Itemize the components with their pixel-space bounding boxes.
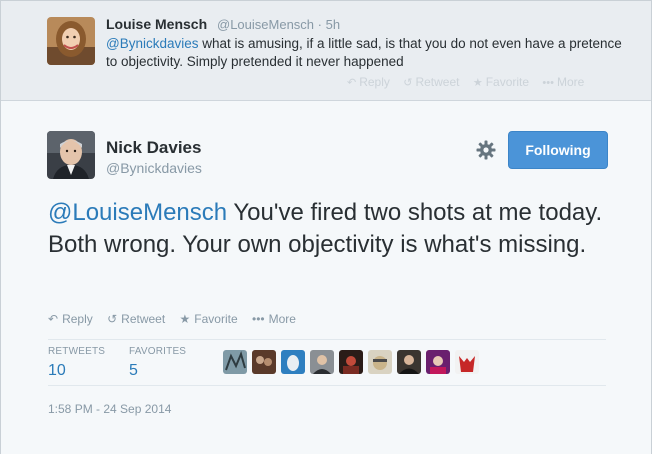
favorite-label: Favorite	[485, 75, 530, 89]
favorite-action[interactable]: ★ Favorite	[473, 75, 529, 89]
tweet-timestamp[interactable]: 1:58 PM - 24 Sep 2014	[48, 402, 171, 416]
tweet-detail-card: Louise Mensch @LouiseMensch · 5h @Bynick…	[0, 0, 652, 454]
avatar[interactable]	[223, 350, 247, 374]
more-label: More	[268, 312, 296, 326]
nick-avatar-image	[47, 131, 95, 179]
avatar-image	[397, 350, 421, 374]
more-label: More	[556, 75, 585, 89]
author-meta: @LouiseMensch · 5h	[217, 17, 340, 32]
mention-link[interactable]: @Bynickdavies	[106, 36, 199, 51]
gear-icon[interactable]	[475, 139, 497, 161]
avatar[interactable]	[368, 350, 392, 374]
author-handle[interactable]: @Bynickdavies	[106, 160, 202, 176]
favorite-label: Favorite	[194, 312, 238, 326]
more-action[interactable]: ••• More	[542, 75, 584, 89]
avatar[interactable]	[47, 17, 95, 65]
favorites-count: 5	[129, 362, 138, 379]
star-icon: ★	[179, 312, 191, 326]
meta-separator: ·	[317, 17, 322, 32]
avatar-image	[455, 350, 479, 374]
author-name[interactable]: Louise Mensch	[106, 16, 207, 32]
retweet-icon: ↺	[107, 312, 118, 326]
author-handle[interactable]: @LouiseMensch	[217, 17, 314, 32]
more-action[interactable]: ••• More	[252, 312, 296, 326]
avatar-image	[426, 350, 450, 374]
retweet-action[interactable]: ↺ Retweet	[107, 312, 165, 326]
avatar[interactable]	[339, 350, 363, 374]
tweet-text: @LouiseMensch You've fired two shots at …	[48, 197, 623, 261]
favorites-label: FAVORITES	[129, 346, 187, 357]
avatar-image	[310, 350, 334, 374]
avatar-image	[281, 350, 305, 374]
reply-label: Reply	[359, 75, 390, 89]
favorite-action[interactable]: ★ Favorite	[180, 312, 238, 326]
retweets-count: 10	[48, 362, 66, 379]
louise-avatar-image	[47, 17, 95, 65]
avatar[interactable]	[47, 131, 95, 179]
divider	[48, 339, 606, 340]
avatar[interactable]	[310, 350, 334, 374]
tweet-actions: ↶ Reply ↺ Retweet ★ Favorite ••• More	[48, 312, 307, 326]
star-icon: ★	[472, 77, 483, 89]
retweet-label: Retweet	[415, 75, 460, 89]
avatar-image	[339, 350, 363, 374]
reply-action[interactable]: ↶ Reply	[347, 75, 390, 89]
retweets-label: RETWEETS	[48, 346, 106, 357]
reply-action[interactable]: ↶ Reply	[48, 312, 93, 326]
avatar[interactable]	[455, 350, 479, 374]
avatar[interactable]	[281, 350, 305, 374]
reply-label: Reply	[62, 312, 93, 326]
main-tweet: Nick Davies @Bynickdavies Following @Lou…	[1, 102, 651, 454]
ellipsis-icon: •••	[542, 77, 554, 89]
engager-avatars	[223, 350, 484, 374]
avatar-image	[223, 350, 247, 374]
reply-icon: ↶	[347, 77, 357, 89]
following-button[interactable]: Following	[508, 131, 608, 169]
retweet-icon: ↺	[403, 77, 413, 89]
divider	[48, 385, 606, 386]
mention-link[interactable]: @LouiseMensch	[48, 199, 227, 226]
tweet-actions: ↶ Reply ↺ Retweet ★ Favorite ••• More	[347, 75, 594, 89]
favorites-stat[interactable]: FAVORITES 5	[129, 346, 186, 380]
reply-icon: ↶	[48, 312, 59, 326]
ellipsis-icon: •••	[252, 312, 265, 326]
retweets-stat[interactable]: RETWEETS 10	[48, 346, 105, 380]
reply-tweet[interactable]: Louise Mensch @LouiseMensch · 5h @Bynick…	[1, 1, 651, 101]
tweet-time[interactable]: 5h	[326, 17, 340, 32]
retweet-action[interactable]: ↺ Retweet	[403, 75, 459, 89]
tweet-text: @Bynickdavies what is amusing, if a litt…	[106, 35, 626, 71]
author-name[interactable]: Nick Davies	[106, 138, 201, 158]
avatar-image	[368, 350, 392, 374]
retweet-label: Retweet	[121, 312, 166, 326]
avatar[interactable]	[426, 350, 450, 374]
avatar[interactable]	[252, 350, 276, 374]
gear-glyph	[476, 140, 496, 160]
avatar[interactable]	[397, 350, 421, 374]
avatar-image	[252, 350, 276, 374]
